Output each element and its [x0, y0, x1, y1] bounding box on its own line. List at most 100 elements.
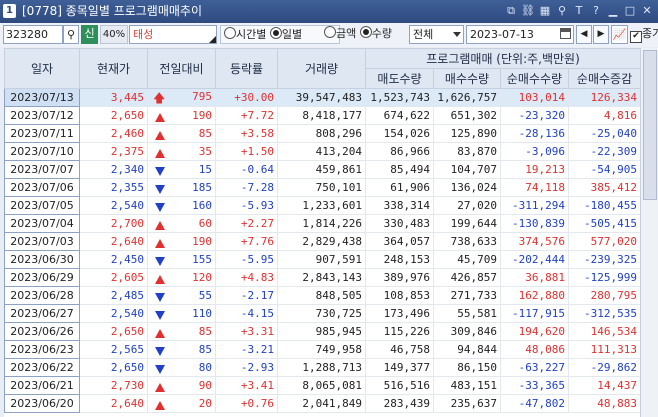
table-row[interactable]: 2023/06/28 2,485 55 -2.17 848,505 108,853 271,… [4, 286, 640, 305]
volume-cell: 8,418,177 [277, 106, 366, 125]
checkbox-icon[interactable]: ✔ [630, 31, 642, 43]
buy-cell: 483,151 [433, 376, 501, 395]
table-row[interactable]: 2023/07/03 2,640 190 +7.76 2,829,438 364,057 7… [4, 232, 640, 251]
price-cell: 2,375 [79, 142, 148, 161]
change-cell: 120 [147, 268, 216, 287]
stock-code-input[interactable]: 323280 [3, 25, 63, 44]
change-cell: 190 [147, 106, 216, 125]
radio-amount[interactable] [324, 26, 336, 38]
radio-quantity[interactable] [359, 26, 372, 38]
price-cell: 2,605 [79, 268, 148, 287]
table-row[interactable]: 2023/07/10 2,375 35 +1.50 413,204 86,966 83,87… [4, 142, 640, 161]
layout-icon[interactable]: ▦ [538, 3, 552, 19]
table-row[interactable]: 2023/07/06 2,355 185 -7.28 750,101 61,906 136,… [4, 178, 640, 197]
header-net[interactable]: 순매수수량 [500, 68, 569, 89]
buy-cell: 27,020 [433, 196, 501, 215]
scope-select[interactable]: 전체 [409, 25, 464, 44]
radio-daily[interactable] [269, 27, 282, 39]
header-price[interactable]: 현재가 [79, 48, 148, 89]
link-icon[interactable]: ⛓ [521, 3, 535, 19]
chart-button[interactable]: 📈 [611, 25, 628, 44]
triangle-up-icon [155, 131, 165, 140]
header-buy[interactable]: 매수수량 [433, 68, 501, 89]
calendar-icon[interactable] [560, 28, 571, 39]
search-button[interactable]: ⚲ [63, 25, 79, 44]
change-value: 190 [192, 235, 212, 248]
triangle-down-icon [155, 365, 165, 374]
date-cell: 2023/06/26 [4, 322, 80, 341]
change-cell: 35 [147, 142, 216, 161]
close-price-checkbox[interactable]: ✔ 종가 [630, 25, 658, 44]
text-icon[interactable]: T [572, 3, 586, 19]
header-rate[interactable]: 등락률 [215, 48, 278, 89]
volume-cell: 8,065,081 [277, 376, 366, 395]
change-value: 795 [192, 89, 212, 103]
change-value: 185 [192, 181, 212, 194]
vertical-scrollbar[interactable] [640, 48, 658, 417]
triangle-up-icon [155, 329, 165, 338]
chevron-down-icon [453, 32, 461, 37]
radio-hourly[interactable] [224, 27, 236, 39]
change-value: 110 [192, 307, 212, 320]
net-change-cell: 4,816 [568, 106, 640, 125]
sell-cell: 115,226 [365, 322, 434, 341]
table-row[interactable]: 2023/06/30 2,450 155 -5.95 907,591 248,153 45,… [4, 250, 640, 269]
sell-cell: 330,483 [365, 214, 434, 233]
table-row[interactable]: 2023/06/20 2,640 20 +0.76 2,041,849 283,439 23… [4, 394, 640, 413]
table-row[interactable]: 2023/06/23 2,565 85 -3.21 749,958 46,758 94,84… [4, 340, 640, 359]
table-row[interactable]: 2023/07/12 2,650 190 +7.72 8,418,177 674,622 6… [4, 106, 640, 125]
header-date[interactable]: 일자 [4, 48, 80, 89]
buy-cell: 94,844 [433, 340, 501, 359]
copy-icon[interactable]: ⧉ [504, 3, 518, 19]
sell-cell: 364,057 [365, 232, 434, 251]
pin-icon[interactable]: ⚲ [555, 3, 569, 19]
price-cell: 2,650 [79, 322, 148, 341]
sell-cell: 389,976 [365, 268, 434, 287]
table-row[interactable]: 2023/07/13 3,445 🡅 795 +30.00 39,547,483 1,523… [4, 88, 640, 107]
change-cell: 190 [147, 232, 216, 251]
change-value: 85 [198, 127, 212, 140]
prev-button[interactable]: ◀ [576, 25, 592, 44]
triangle-up-icon [155, 401, 165, 410]
table-row[interactable]: 2023/06/29 2,605 120 +4.83 2,843,143 389,976 4… [4, 268, 640, 287]
help-icon[interactable]: ? [589, 3, 603, 19]
date-cell: 2023/06/22 [4, 358, 80, 377]
rate-cell: -7.28 [215, 178, 278, 197]
date-cell: 2023/07/05 [4, 196, 80, 215]
volume-cell: 1,288,713 [277, 358, 366, 377]
table-row[interactable]: 2023/06/27 2,540 110 -4.15 730,725 173,496 55,… [4, 304, 640, 323]
net-change-cell: -22,309 [568, 142, 640, 161]
next-button[interactable]: ▶ [593, 25, 609, 44]
maximize-icon[interactable]: □ [623, 3, 637, 19]
change-cell: 🡅 795 [147, 88, 216, 107]
table-row[interactable]: 2023/07/07 2,340 15 -0.64 459,861 85,494 104,7… [4, 160, 640, 179]
change-cell: 55 [147, 286, 216, 305]
close-icon[interactable]: ✕ [640, 3, 654, 19]
change-value: 35 [198, 145, 212, 158]
net-change-cell: -180,455 [568, 196, 640, 215]
triangle-down-icon [155, 347, 165, 356]
rate-cell: -2.93 [215, 358, 278, 377]
price-cell: 2,340 [79, 160, 148, 179]
price-cell: 2,540 [79, 196, 148, 215]
date-input[interactable]: 2023-07-13 [466, 25, 574, 44]
table-row[interactable]: 2023/06/22 2,650 80 -2.93 1,288,713 149,377 86… [4, 358, 640, 377]
table-row[interactable]: 2023/07/04 2,700 60 +2.27 1,814,226 330,483 19… [4, 214, 640, 233]
table-row[interactable]: 2023/07/11 2,460 85 +3.58 808,296 154,026 125,… [4, 124, 640, 143]
header-change[interactable]: 전일대비 [147, 48, 216, 89]
minimize-icon[interactable]: ▁ [606, 3, 620, 19]
table-row[interactable]: 2023/06/21 2,730 90 +3.41 8,065,081 516,516 48… [4, 376, 640, 395]
sell-cell: 108,853 [365, 286, 434, 305]
scrollbar-thumb[interactable] [643, 50, 657, 200]
net-cell: -202,444 [500, 250, 569, 269]
net-cell: -33,365 [500, 376, 569, 395]
header-sell[interactable]: 매도수량 [365, 68, 434, 89]
sell-cell: 86,966 [365, 142, 434, 161]
date-cell: 2023/07/06 [4, 178, 80, 197]
table-row[interactable]: 2023/06/26 2,650 85 +3.31 985,945 115,226 309,… [4, 322, 640, 341]
table-row[interactable]: 2023/07/05 2,540 160 -5.93 1,233,601 338,314 2… [4, 196, 640, 215]
stock-name-field[interactable]: 태성 [129, 25, 217, 44]
price-cell: 2,460 [79, 124, 148, 143]
header-net-change[interactable]: 순매수증감 [567, 68, 640, 89]
header-volume[interactable]: 거래량 [277, 48, 366, 89]
